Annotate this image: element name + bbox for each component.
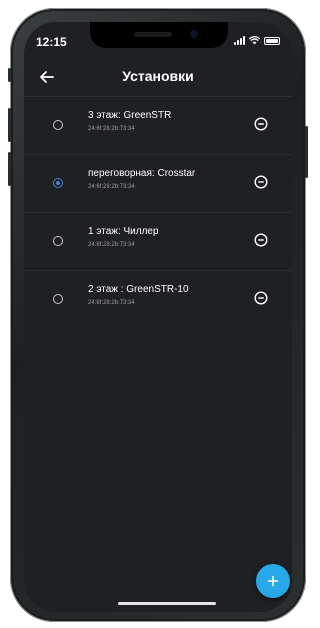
device-row[interactable]: 3 этаж: GreenSTR 24:6f:28:2b:73:34 [24,97,292,155]
remove-circle-icon[interactable] [254,117,268,131]
device-name: 2 этаж : GreenSTR-10 [88,284,189,295]
wifi-icon [249,36,260,45]
plus-icon [267,575,279,587]
device-mac-address: 24:6f:28:2b:73:34 [88,184,135,190]
speaker-grille [134,32,172,37]
radio-button[interactable] [53,294,63,304]
device-notch [90,22,228,48]
device-mac-address: 24:6f:28:2b:73:34 [88,126,135,132]
device-row[interactable]: 2 этаж : GreenSTR-10 24:6f:28:2b:73:34 [24,271,292,328]
add-device-button[interactable] [256,564,290,598]
device-row[interactable]: переговорная: Crosstar 24:6f:28:2b:73:34 [24,155,292,213]
power-button [305,126,308,178]
volume-down-button [8,152,11,186]
cellular-signal-icon [234,36,245,45]
mute-switch [8,68,11,82]
radio-button[interactable] [53,120,63,130]
device-name: 3 этаж: GreenSTR [88,110,172,121]
front-camera [190,30,198,38]
app-bar: Установки [24,60,292,94]
app-screen: 12:15 Установки 3 этаж: GreenSTR 24:6f:2… [24,22,292,612]
page-title: Установки [122,68,194,84]
status-indicators [234,36,280,45]
radio-button[interactable] [53,236,63,246]
remove-circle-icon[interactable] [254,291,268,305]
device-list: 3 этаж: GreenSTR 24:6f:28:2b:73:34 перег… [24,97,292,328]
device-mac-address: 24:6f:28:2b:73:34 [88,242,135,248]
remove-circle-icon[interactable] [254,233,268,247]
battery-icon [264,36,280,45]
radio-button-selected[interactable] [53,178,63,188]
status-time: 12:15 [36,35,67,49]
volume-up-button [8,108,11,142]
device-name: переговорная: Crosstar [88,168,196,179]
home-indicator[interactable] [118,602,216,605]
device-row[interactable]: 1 этаж: Чиллер 24:6f:28:2b:73:34 [24,213,292,271]
device-mac-address: 24:6f:28:2b:73:34 [88,300,135,306]
device-name: 1 этаж: Чиллер [88,226,159,237]
remove-circle-icon[interactable] [254,175,268,189]
